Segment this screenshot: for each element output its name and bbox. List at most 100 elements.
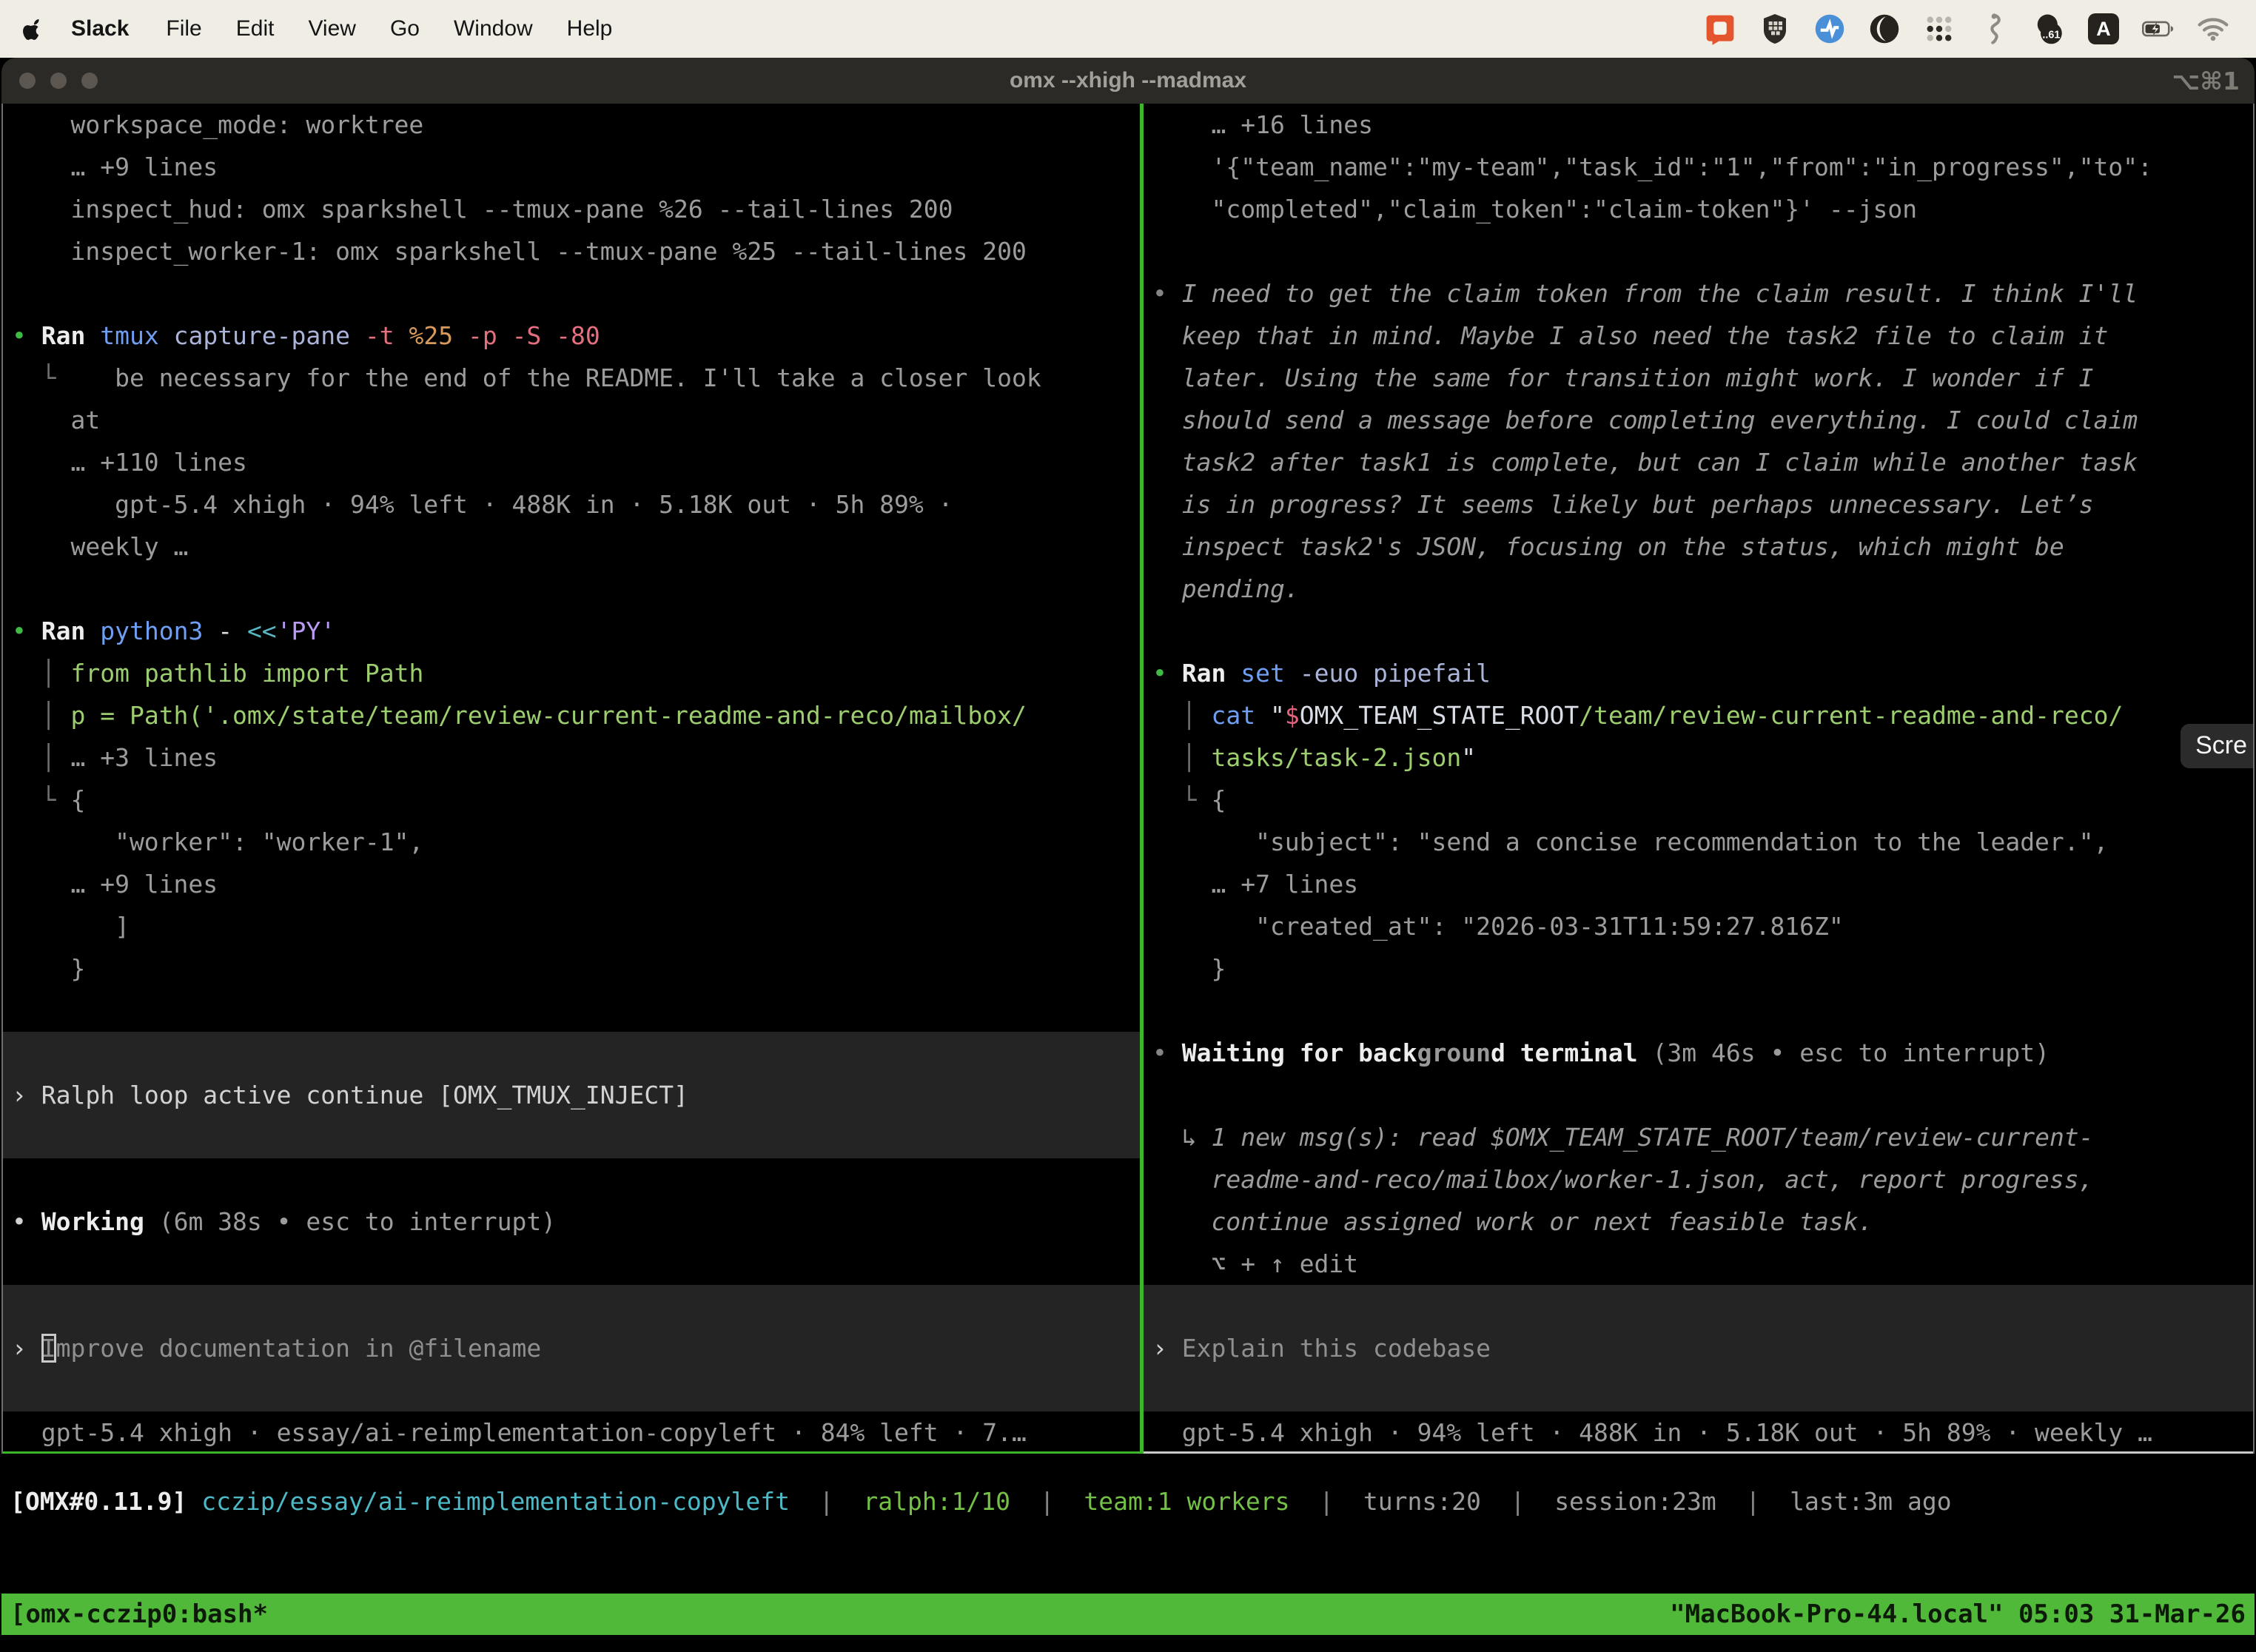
text-segment: p = Path('.omx/state/team/review-current… [70,701,1026,730]
shield-grid-icon[interactable] [1759,13,1791,45]
text-segment: - [218,617,247,645]
terminal-line [1144,1285,2253,1327]
text-segment: capture-pane [174,321,365,350]
tmux-pane-hud[interactable]: workspace_mode: worktree … +9 lines insp… [3,104,1140,1454]
menu-item-file[interactable]: File [166,16,201,41]
tmux-status-bar[interactable]: [omx-cczip0:bash* "MacBook-Pro-44.local"… [1,1594,2255,1635]
terminal-line [3,1158,1140,1201]
menu-item-help[interactable]: Help [567,16,613,41]
terminal-line: pending. [1144,568,2253,610]
text-segment: at [12,406,100,434]
terminal-line [1144,1074,2253,1116]
text-segment: | [1010,1487,1084,1516]
dragon-glyph-icon[interactable] [1978,13,2010,45]
letter-a-app-icon[interactable]: A [2087,13,2120,45]
text-segment: later. Using the same for transition mig… [1152,363,2094,392]
text-segment: … +16 lines [1152,110,1373,139]
menu-item-edit[interactable]: Edit [236,16,275,41]
text-segment: Working [41,1207,159,1236]
text-segment: weekly … [12,532,188,561]
ralph-loop-status: › Ralph loop active continue [OMX_TMUX_I… [3,1074,1140,1116]
text-segment: • [12,1207,41,1236]
screen-share-chip: Scre [2181,724,2253,768]
contrast-moon-icon[interactable] [1868,13,1901,45]
terminal-line: later. Using the same for transition mig… [1144,357,2253,399]
apple-menu-icon[interactable] [19,14,49,44]
terminal-line: inspect_worker-1: omx sparkshell --tmux-… [3,230,1140,272]
text-segment: inspect_hud: omx sparkshell --tmux-pane … [12,195,953,224]
terminal-line: ] [3,905,1140,947]
terminal-line [3,990,1140,1032]
text-segment: │ [12,743,70,772]
terminal-line: • Ran tmux capture-pane -t %25 -p -S -80 [3,315,1140,357]
text-segment: Waiting for back [1182,1038,1417,1067]
text-segment: pending. [1152,574,1300,603]
text-segment [187,1487,201,1516]
text-segment: -p [468,321,512,350]
text-segment: 1 new msg(s): read $OMX_TEAM_STATE_ROOT/… [1211,1123,2093,1152]
terminal-line: • I need to get the claim token from the… [1144,272,2253,315]
text-segment: OMX_TEAM_STATE_ROOT [1300,701,1579,730]
window-title: omx --xhigh --madmax [1,68,2255,93]
wifi-icon[interactable] [2197,13,2229,45]
terminal-line: } [3,947,1140,990]
text-segment: I need to get the claim token from the c… [1182,279,2138,308]
text-segment: tasks/task-2.json [1211,743,1461,772]
text-segment: /team/review-current-readme-and-reco/ [1579,701,2123,730]
text-segment: d terminal [1491,1038,1653,1067]
terminal-line: │ tasks/task-2.json" [1144,736,2253,779]
battery-icon[interactable] [2142,13,2175,45]
terminal-line: … +7 lines [1144,863,2253,905]
text-segment: } [1152,954,1226,983]
letter-a-label: A [2088,13,2119,44]
text-segment: "created_at": "2026-03-31T11:59:27.816Z" [1152,912,1844,941]
dots-grid-icon[interactable] [1923,13,1955,45]
text-segment: { [70,785,85,814]
text-segment: ralph:1/10 [863,1487,1010,1516]
menu-item-view[interactable]: View [308,16,355,41]
text-segment: workspace_mode: worktree [12,110,423,139]
text-segment: } [12,954,85,983]
omx-status-zone: [OMX#0.11.9] cczip/essay/ai-reimplementa… [1,1454,2255,1594]
menu-item-go[interactable]: Go [390,16,420,41]
text-segment: • [1152,1038,1182,1067]
tmux-session: workspace_mode: worktree … +9 lines insp… [1,104,2255,1454]
status-icons: ..61 A [1704,13,2237,45]
terminal-line: │ p = Path('.omx/state/team/review-curre… [3,694,1140,736]
text-segment: continue assigned work or next feasible … [1152,1207,1873,1236]
text-segment: • [1152,279,1182,308]
window-titlebar[interactable]: omx --xhigh --madmax ⌥⌘1 [1,58,2255,104]
count-badge-icon[interactable]: ..61 [2032,13,2065,45]
terminal-line: } [1144,947,2253,990]
window-shortcut-badge: ⌥⌘1 [2172,67,2240,95]
text-segment: gpt-5.4 xhigh · 94% left · 488K in · 5.1… [1152,1418,2152,1447]
terminal-line: inspect task2's JSON, focusing on the st… [1144,526,2253,568]
menu-item-app[interactable]: Slack [71,16,129,41]
terminal-line: readme-and-reco/mailbox/worker-1.json, a… [1144,1158,2253,1201]
omx-status-line: [OMX#0.11.9] cczip/essay/ai-reimplementa… [10,1480,1952,1522]
text-segment: └ [12,785,70,814]
text-segment: › [12,1081,41,1109]
terminal-line: task2 after task1 is complete, but can I… [1144,441,2253,483]
text-segment: [OMX#0.11.9] [10,1487,187,1516]
prompt-input-left[interactable]: › Improve documentation in @filename [3,1327,1140,1369]
text-segment: "subject": "send a concise recommendatio… [1152,827,2108,856]
text-segment: -t [365,321,409,350]
tmux-pane-worker[interactable]: Scre … +16 lines '{"team_name":"my-team"… [1144,104,2253,1454]
terminal-line: … +110 lines [3,441,1140,483]
text-segment: python3 [100,617,218,645]
pulse-badge-icon[interactable] [1813,13,1846,45]
text-segment: ] [12,912,130,941]
chat-app-icon[interactable] [1704,13,1736,45]
text-segment: tmux [100,321,173,350]
text-segment: › [1152,1334,1182,1363]
prompt-input-right[interactable]: › Explain this codebase [1144,1327,2253,1369]
menu-item-window[interactable]: Window [454,16,533,41]
terminal-line [3,1032,1140,1074]
text-segment: groun [1417,1038,1491,1067]
text-segment: from pathlib import Path [70,659,423,688]
text-segment: last:3m ago [1790,1487,1952,1516]
text-segment: • [12,617,41,645]
terminal-line: └ { [1144,779,2253,821]
text-segment: $ [1285,701,1300,730]
